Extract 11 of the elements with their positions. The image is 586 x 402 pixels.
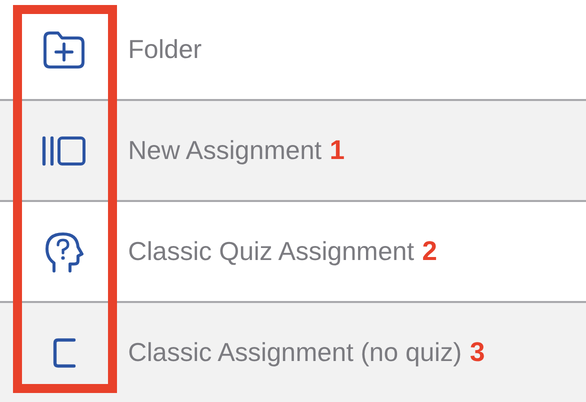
folder-plus-icon xyxy=(42,30,86,70)
step-number: 1 xyxy=(330,135,345,166)
bars-and-square-icon xyxy=(41,134,87,166)
head-question-icon xyxy=(44,230,84,272)
step-number: 2 xyxy=(422,236,438,267)
menu-item-label[interactable]: Folder xyxy=(128,34,202,65)
menu-item-label[interactable]: New Assignment xyxy=(128,135,322,166)
step-number: 3 xyxy=(470,337,485,368)
menu-item-label[interactable]: Classic Quiz Assignment xyxy=(128,236,414,267)
menu-item-label[interactable]: Classic Assignment (no quiz) xyxy=(128,337,462,368)
bracket-icon xyxy=(52,336,76,368)
